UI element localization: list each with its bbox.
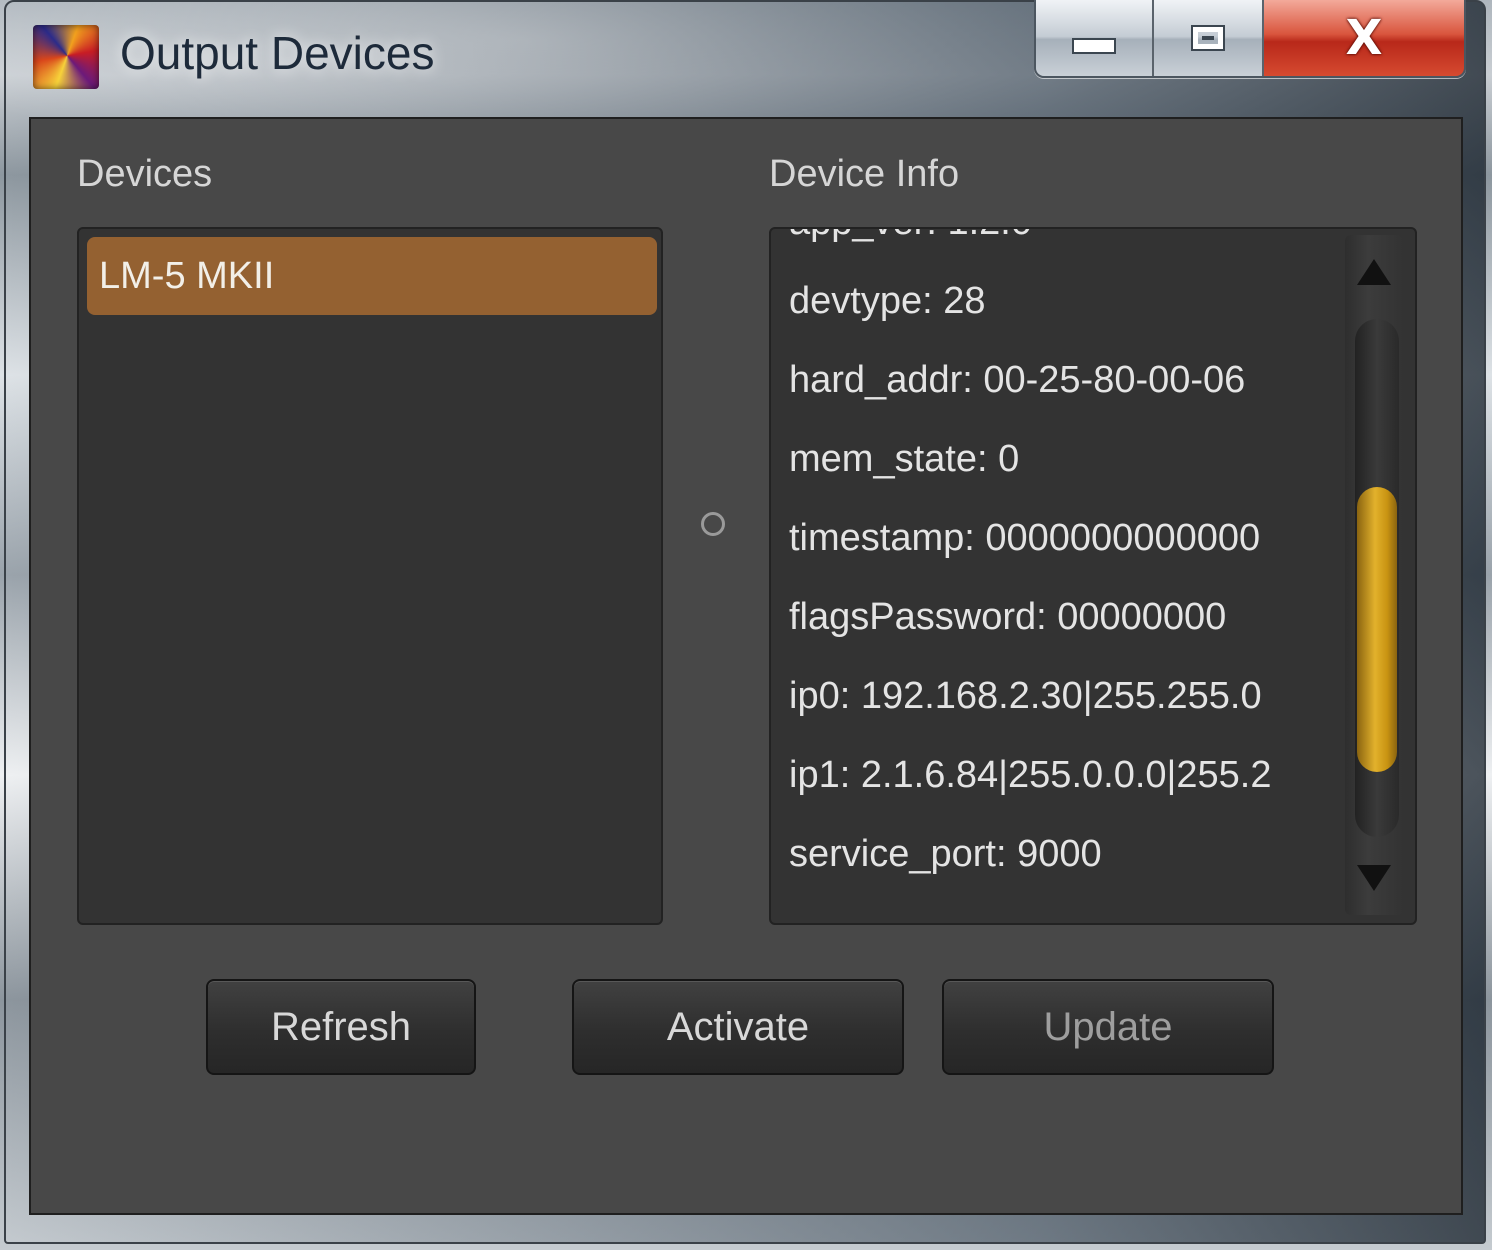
info-line-service-port: service_port: 9000: [789, 833, 1102, 875]
minimize-button[interactable]: [1036, 0, 1154, 76]
arrow-up-icon: [1357, 259, 1391, 285]
devices-list[interactable]: LM-5 MKII: [77, 227, 663, 925]
device-info-panel[interactable]: app_ver: 1.2.0 devtype: 28 hard_addr: 00…: [769, 227, 1417, 925]
maximize-icon: [1191, 25, 1225, 51]
caption-buttons: X: [1034, 0, 1466, 78]
arrow-down-icon: [1357, 865, 1391, 891]
info-line-devtype: devtype: 28: [789, 280, 986, 322]
update-button[interactable]: Update: [942, 979, 1274, 1075]
info-line-ip1: ip1: 2.1.6.84|255.0.0.0|255.2: [789, 754, 1272, 796]
scroll-down-button[interactable]: [1345, 853, 1403, 903]
info-line-flags-password: flagsPassword: 00000000: [789, 596, 1227, 638]
close-icon: X: [1345, 10, 1383, 66]
activate-button[interactable]: Activate: [572, 979, 904, 1075]
close-button[interactable]: X: [1264, 0, 1464, 76]
info-line-ip0: ip0: 192.168.2.30|255.255.0: [789, 675, 1262, 717]
scroll-track[interactable]: [1355, 319, 1399, 837]
splitter-handle[interactable]: [701, 512, 725, 536]
minimize-icon: [1072, 38, 1116, 54]
title-bar[interactable]: Output Devices X: [0, 0, 1492, 110]
scroll-thumb[interactable]: [1357, 487, 1397, 772]
refresh-button[interactable]: Refresh: [206, 979, 476, 1075]
info-line-hard-addr: hard_addr: 00-25-80-00-06: [789, 359, 1246, 401]
device-item-selected[interactable]: LM-5 MKII: [87, 237, 657, 315]
scroll-up-button[interactable]: [1345, 247, 1403, 297]
info-line-timestamp: timestamp: 0000000000000: [789, 517, 1261, 559]
info-line-mem-state: mem_state: 0: [789, 438, 1020, 480]
devices-label: Devices: [77, 153, 213, 195]
window-title: Output Devices: [120, 27, 435, 79]
device-info-label: Device Info: [769, 153, 960, 195]
device-info-lines: app_ver: 1.2.0 devtype: 28 hard_addr: 00…: [789, 229, 1329, 894]
info-line-app-ver: app_ver: 1.2.0: [789, 229, 1329, 262]
dialog-body: Devices Device Info LM-5 MKII app_ver: 1…: [29, 117, 1463, 1215]
maximize-button[interactable]: [1154, 0, 1264, 76]
vertical-scrollbar[interactable]: [1345, 235, 1403, 915]
app-logo-icon: [33, 25, 99, 89]
